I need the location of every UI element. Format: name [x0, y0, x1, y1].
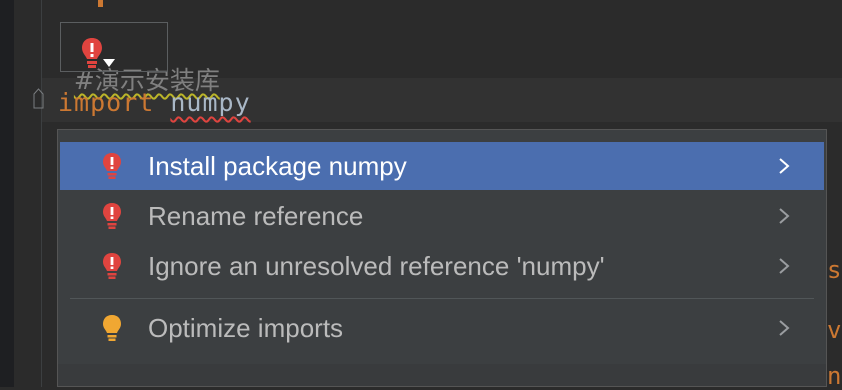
import-keyword: import [58, 88, 155, 117]
chevron-right-icon [779, 208, 790, 224]
editor-left-edge [0, 0, 14, 387]
menu-item-ignore-unresolved[interactable]: Ignore an unresolved reference 'numpy' [60, 242, 824, 290]
chevron-right-icon [779, 158, 790, 174]
error-bulb-icon[interactable] [80, 36, 104, 70]
code-fragment-right: v [827, 316, 842, 344]
menu-item-label: Ignore an unresolved reference 'numpy' [148, 250, 605, 281]
fold-marker-icon[interactable] [33, 88, 44, 109]
chevron-down-icon[interactable] [102, 58, 116, 68]
chevron-right-icon [779, 320, 790, 336]
chevron-right-icon [779, 258, 790, 274]
code-fragment-above [98, 0, 103, 7]
menu-separator [70, 298, 814, 299]
unresolved-module-name[interactable]: numpy [170, 88, 250, 117]
gutter-divider [41, 0, 42, 387]
menu-item-label: Optimize imports [148, 312, 344, 343]
popup-footer [58, 364, 826, 386]
error-bulb-icon [103, 203, 121, 229]
menu-item-install-package[interactable]: Install package numpy [60, 142, 824, 190]
menu-item-label: Rename reference [148, 200, 364, 231]
intention-actions-popup: Install package numpy Rename reference I… [57, 129, 827, 387]
error-bulb-icon [103, 153, 121, 179]
code-fragment-right: s [827, 256, 842, 284]
import-statement[interactable]: import numpy [58, 88, 251, 117]
menu-item-optimize-imports[interactable]: Optimize imports [60, 304, 824, 352]
menu-item-rename-reference[interactable]: Rename reference [60, 192, 824, 240]
yellow-bulb-icon [103, 315, 121, 341]
code-fragment-right: n [827, 362, 842, 390]
error-bulb-icon [103, 253, 121, 279]
menu-item-label: Install package numpy [148, 150, 407, 181]
